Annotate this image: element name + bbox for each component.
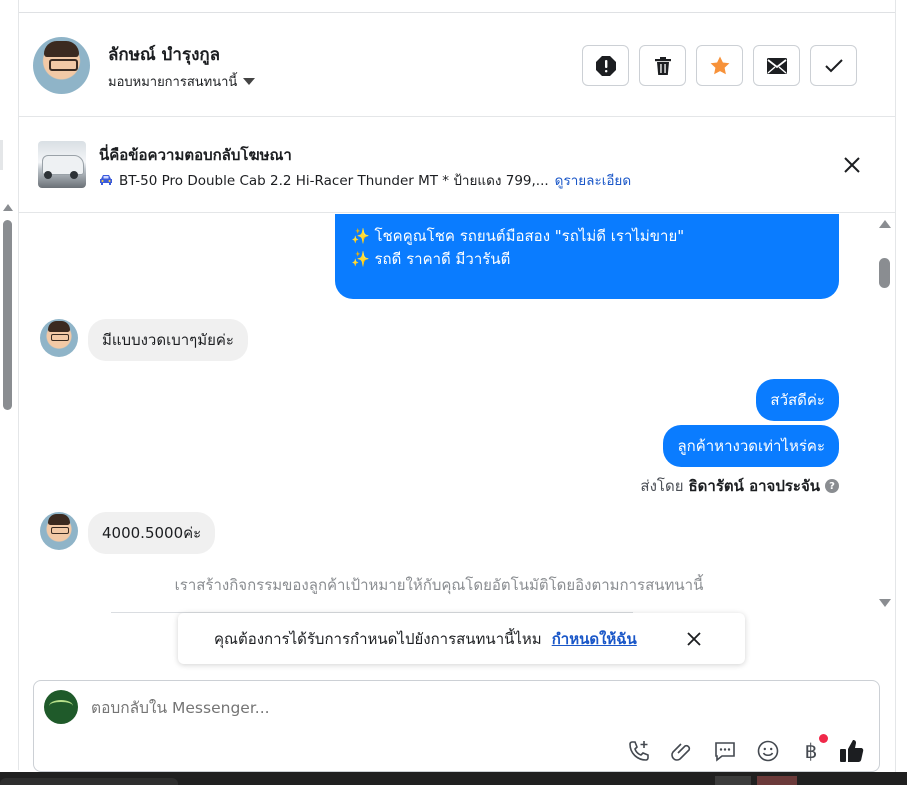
sent-by-name: ธิดารัตน์ อาจประจัน	[688, 477, 821, 495]
assign-label: มอบหมายการสนทนานี้	[108, 75, 238, 90]
outgoing-message[interactable]: สวัสดีค่ะ	[756, 379, 839, 421]
assign-prompt-question: คุณต้องการได้รับการกำหนดไปยังการสนทนานี้…	[214, 629, 542, 648]
outgoing-ad-message[interactable]: 🔑 ✨ โชคคูณโชค รถยนต์มือสอง "รถไม่ดี เราไ…	[335, 214, 839, 299]
message-line: ✨ รถดี ราคาดี มีวารันตี	[351, 250, 511, 268]
smiley-icon	[757, 740, 779, 762]
attach-button[interactable]	[669, 738, 695, 764]
alert-icon	[595, 55, 616, 76]
ad-product-title: BT-50 Pro Double Cab 2.2 Hi-Racer Thunde…	[119, 173, 549, 189]
paperclip-icon	[671, 743, 691, 761]
mark-done-button[interactable]	[810, 45, 857, 86]
caret-down-icon	[243, 78, 256, 85]
reply-input[interactable]	[91, 699, 791, 717]
outgoing-message[interactable]: ลูกค้าหางวดเท่าไหร่คะ	[663, 425, 839, 467]
right-panel-edge	[895, 0, 907, 785]
incoming-message[interactable]: มีแบบงวดเบาๆมัยค่ะ	[88, 319, 248, 361]
close-icon[interactable]	[686, 631, 702, 647]
page-avatar	[44, 690, 78, 724]
phone-plus-icon	[629, 741, 649, 761]
close-icon[interactable]	[842, 155, 862, 175]
left-panel-edge	[0, 0, 19, 770]
contact-name[interactable]: ลักษณ์ บำรุงกูล	[108, 41, 220, 68]
envelope-icon	[766, 57, 787, 74]
contact-avatar-small[interactable]	[40, 319, 78, 357]
star-button[interactable]	[696, 45, 743, 86]
sent-by-prefix: ส่งโดย	[640, 477, 684, 495]
taskbar-item[interactable]	[715, 776, 751, 785]
baht-icon: ฿	[804, 739, 818, 763]
help-icon[interactable]: ?	[825, 479, 839, 493]
delete-button[interactable]	[639, 45, 686, 86]
contact-avatar[interactable]	[33, 37, 90, 94]
thumbs-up-icon	[840, 740, 864, 762]
message-line: ✨ โชคคูณโชค รถยนต์มือสอง "รถไม่ดี เราไม่…	[351, 227, 685, 245]
assign-prompt: คุณต้องการได้รับการกำหนดไปยังการสนทนานี้…	[178, 613, 745, 664]
reply-composer: ฿	[33, 680, 880, 772]
left-scroll-up-icon[interactable]	[3, 204, 13, 211]
report-button[interactable]	[582, 45, 629, 86]
assign-conversation-dropdown[interactable]: มอบหมายการสนทนานี้	[108, 71, 256, 92]
chat-bubble-icon	[715, 742, 735, 762]
left-scrollbar-thumb[interactable]	[3, 220, 12, 410]
scroll-up-icon[interactable]	[879, 220, 891, 228]
mark-unread-button[interactable]	[753, 45, 800, 86]
trash-icon	[654, 56, 671, 75]
ad-thumbnail[interactable]	[38, 141, 86, 188]
ad-reply-banner: นี่คือข้อความตอบกลับโฆษณา BT-50 Pro Doub…	[19, 118, 895, 213]
system-note: เราสร้างกิจกรรมของลูกค้าเป้าหมายให้กับคุ…	[174, 576, 704, 594]
emoji-button[interactable]	[755, 738, 781, 764]
notification-dot	[819, 734, 828, 743]
like-button[interactable]	[839, 738, 865, 764]
check-icon	[824, 58, 843, 72]
scroll-down-icon[interactable]	[879, 599, 891, 607]
saved-replies-button[interactable]	[712, 738, 738, 764]
taskbar-item[interactable]	[757, 776, 797, 785]
message-thread: 🔑 ✨ โชคคูณโชค รถยนต์มือสอง "รถไม่ดี เราไ…	[19, 214, 895, 672]
sent-by-label: ส่งโดย ธิดารัตน์ อาจประจัน ?	[640, 474, 839, 498]
contact-avatar-small[interactable]	[40, 512, 78, 550]
call-button[interactable]	[626, 738, 652, 764]
star-icon	[710, 56, 729, 74]
ad-details-link[interactable]: ดูรายละเอียด	[555, 169, 631, 191]
incoming-message[interactable]: 4000.5000ค่ะ	[88, 512, 216, 554]
assign-to-me-link[interactable]: กำหนดให้ฉัน	[552, 627, 637, 651]
scrollbar-thumb[interactable]	[879, 258, 890, 288]
ad-banner-subtitle: BT-50 Pro Double Cab 2.2 Hi-Racer Thunde…	[99, 169, 631, 191]
taskbar-item[interactable]	[0, 778, 178, 785]
left-panel-marker	[0, 140, 3, 170]
ad-banner-title: นี่คือข้อความตอบกลับโฆษณา	[99, 146, 292, 164]
car-icon	[100, 175, 112, 185]
conversation-header: ลักษณ์ บำรุงกูล มอบหมายการสนทนานี้	[19, 13, 895, 117]
inbox-conversation-view: ลักษณ์ บำรุงกูล มอบหมายการสนทนานี้ นี่คื…	[0, 0, 907, 785]
